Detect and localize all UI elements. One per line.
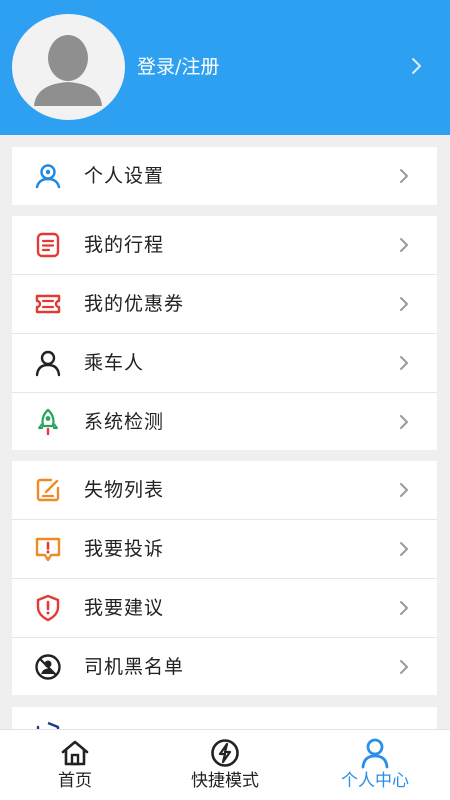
chevron-right-icon [400, 483, 408, 497]
menu-item-label: 失物列表 [84, 479, 165, 501]
menu-item-label: 个人设置 [84, 165, 165, 187]
person-icon [361, 738, 389, 769]
chevron-right-icon [400, 238, 408, 252]
shield-suggest-icon [36, 594, 60, 622]
menu-item-my-coupons[interactable]: 我的优惠券 [12, 274, 437, 333]
menu-item-label: 我要建议 [84, 597, 165, 619]
login-register-link[interactable]: 登录/注册 [137, 53, 219, 81]
service-section: 失物列表 我要投诉 我要建议 司机黑名单 [12, 461, 437, 695]
default-avatar-icon [34, 35, 102, 106]
chevron-right-icon [400, 297, 408, 311]
tab-home[interactable]: 首页 [0, 730, 150, 800]
menu-item-label: 系统检测 [84, 411, 165, 433]
menu-item-label: 我的行程 [84, 234, 165, 256]
chevron-right-icon [400, 542, 408, 556]
edit-note-icon [36, 478, 60, 502]
blacklist-icon [35, 654, 61, 680]
menu-item-label: 我要投诉 [84, 538, 165, 560]
coupon-icon [35, 294, 61, 314]
user-settings-icon [35, 164, 61, 189]
menu-item-my-trips[interactable]: 我的行程 [12, 216, 437, 274]
menu-item-system-check[interactable]: 系统检测 [12, 392, 437, 451]
chevron-right-icon [400, 660, 408, 674]
avatar[interactable] [12, 14, 125, 120]
trip-list-icon [36, 232, 60, 258]
menu-item-lost-items[interactable]: 失物列表 [12, 461, 437, 519]
bottom-tab-bar: 首页 快捷模式 个人中心 [0, 729, 450, 800]
chevron-right-icon [412, 58, 421, 74]
tab-label: 首页 [58, 771, 92, 791]
menu-item-label: 我的优惠券 [84, 293, 185, 315]
menu-item-complaint[interactable]: 我要投诉 [12, 519, 437, 578]
home-icon [61, 740, 89, 766]
trip-section: 我的行程 我的优惠券 乘车人 系统检测 [12, 216, 437, 450]
tab-personal-center[interactable]: 个人中心 [300, 730, 450, 800]
complaint-icon [35, 537, 61, 562]
menu-item-suggestion[interactable]: 我要建议 [12, 578, 437, 637]
menu-item-personal-settings[interactable]: 个人设置 [12, 147, 437, 205]
menu-item-driver-blacklist[interactable]: 司机黑名单 [12, 637, 437, 696]
menu-item-passengers[interactable]: 乘车人 [12, 333, 437, 392]
lightning-icon [211, 739, 239, 767]
chevron-right-icon [400, 169, 408, 183]
passenger-icon [35, 350, 61, 377]
chevron-right-icon [400, 356, 408, 370]
tab-label: 快捷模式 [191, 771, 259, 791]
chevron-right-icon [400, 601, 408, 615]
chevron-right-icon [400, 415, 408, 429]
profile-header[interactable]: 登录/注册 [0, 0, 450, 135]
rocket-icon [38, 408, 58, 436]
settings-section: 个人设置 [12, 147, 437, 205]
tab-label: 个人中心 [341, 771, 409, 791]
menu-item-label: 乘车人 [84, 352, 145, 374]
menu-item-label: 司机黑名单 [84, 656, 185, 678]
tab-quick-mode[interactable]: 快捷模式 [150, 730, 300, 800]
